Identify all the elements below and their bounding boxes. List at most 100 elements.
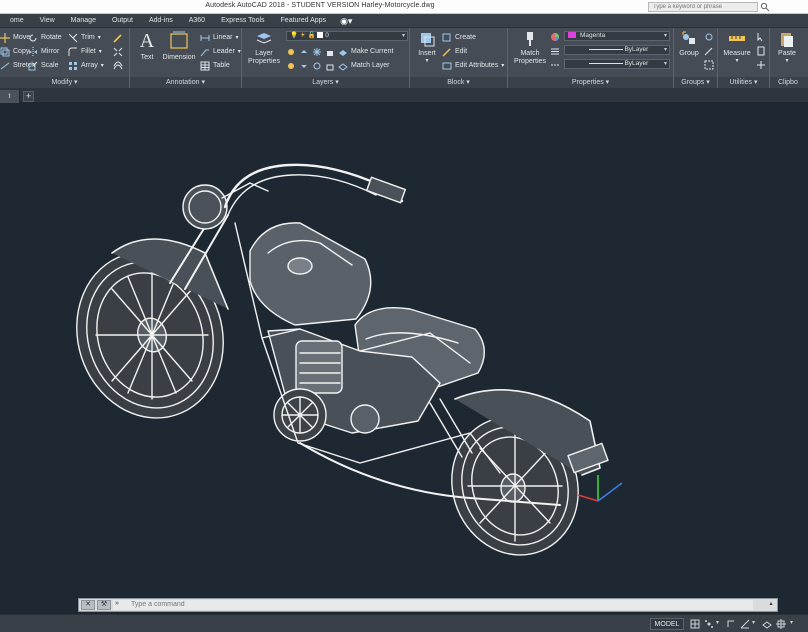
tab-add-ins[interactable]: Add-ins [141,14,181,28]
layer-off-icon[interactable] [286,47,296,57]
match-layer-button[interactable]: Match Layer [351,62,390,69]
ortho-icon[interactable] [726,619,736,629]
tab-a360[interactable]: A360 [181,14,213,28]
file-tab-harley-motorcycle[interactable]: t [0,90,20,103]
chevron-down-icon: ▾ [663,61,667,67]
ungroup-icon[interactable] [704,32,714,42]
properties-panel-label[interactable]: Properties ▾ [508,77,673,88]
copy-button[interactable]: Copy [0,45,29,58]
create-block-button[interactable]: Create [442,31,476,44]
trim-icon [68,33,78,42]
new-tab-button[interactable]: + [23,91,34,102]
tab-featured-apps[interactable]: Featured Apps [273,14,335,28]
dimension-button[interactable]: Dimension [160,30,198,61]
offset-button[interactable] [113,59,126,72]
tab-view[interactable]: View [32,14,63,28]
layer-isolate-icon[interactable] [299,47,309,57]
linetype-dropdown[interactable]: ByLayer ▾ [564,59,670,69]
group-button[interactable]: Group [676,30,702,57]
trim-button[interactable]: Trim ▾ [68,31,101,44]
utilities-panel-label[interactable]: Utilities ▾ [718,77,769,88]
create-label: Create [455,34,477,41]
measure-icon [729,36,745,41]
scale-button[interactable]: Scale [28,59,59,72]
rotate-button[interactable]: Rotate [28,31,62,44]
block-panel-label[interactable]: Block ▾ [410,77,507,88]
tab-home[interactable]: ome [2,14,32,28]
polar-tracking-icon[interactable] [740,619,750,629]
fillet-button[interactable]: Fillet ▾ [68,45,102,58]
dimension-icon [170,31,188,49]
lineweight-dropdown[interactable]: ByLayer ▾ [564,45,670,55]
explode-button[interactable] [113,45,126,58]
match-properties-button[interactable]: Match Properties [512,30,548,66]
linear-dimension-button[interactable]: Linear ▾ [200,31,238,44]
group-select-icon[interactable] [704,60,714,70]
layer-lock-icon[interactable] [325,47,335,57]
isodraft-icon[interactable] [762,619,772,629]
layer-dropdown[interactable]: 💡 ☀ 🔓 0 ▾ [286,31,408,41]
layer-properties-button[interactable]: Layer Properties [248,30,280,66]
leader-button[interactable]: Leader ▾ [200,45,241,58]
edit-block-button[interactable]: Edit [442,45,467,58]
snap-icon[interactable] [704,619,714,629]
snap-dropdown-icon[interactable]: ▾ [716,619,726,629]
layer-properties-label: Layer Properties [248,50,280,65]
measure-button[interactable]: Measure ▾ [720,30,754,64]
tab-manage[interactable]: Manage [63,14,104,28]
make-current-button[interactable]: Make Current [351,48,393,55]
table-button[interactable]: Table [200,59,230,72]
edit-attributes-icon [442,62,452,69]
layer-thaw-icon[interactable] [312,61,322,71]
id-point-icon[interactable] [756,60,766,70]
chevron-up-icon[interactable]: ▴ [767,600,775,610]
color-dropdown[interactable]: Magenta ▾ [564,31,670,41]
edit-attributes-button[interactable]: Edit Attributes ▾ [442,59,504,72]
text-label: Text [140,54,154,61]
annotation-panel-label[interactable]: Annotation ▾ [130,77,241,88]
linetype-value: ByLayer [624,60,649,67]
layers-panel-label[interactable]: Layers ▾ [242,77,409,88]
drawing-canvas[interactable] [0,103,808,595]
object-snap-icon[interactable] [776,619,786,629]
move-button[interactable]: Move [0,31,30,44]
group-edit-icon[interactable] [704,46,714,56]
tab-express-tools[interactable]: Express Tools [213,14,272,28]
search-icon[interactable] [760,2,770,12]
linear-label: Linear [213,34,233,41]
quick-select-icon[interactable] [756,32,766,42]
ribbon-tab-bar: ome View Manage Output Add-ins A360 Expr… [0,14,808,28]
text-button[interactable]: A Text [134,30,160,61]
ribbon-toggle-icon[interactable]: ◉▾ [334,14,358,28]
mirror-icon [29,46,37,57]
layer-unlock-icon[interactable] [325,61,335,71]
chevron-down-icon: ▾ [663,33,667,39]
tab-output[interactable]: Output [104,14,141,28]
clipboard-panel-label[interactable]: Clipbo [770,77,808,88]
array-button[interactable]: Array ▾ [68,59,104,72]
mirror-button[interactable]: Mirror [28,45,59,58]
calculator-icon[interactable] [756,46,766,56]
model-space-button[interactable]: MODEL [650,618,684,630]
groups-panel: Group Groups ▾ [674,28,718,88]
erase-button[interactable] [113,31,126,44]
measure-label: Measure [723,50,751,57]
groups-panel-label[interactable]: Groups ▾ [674,77,717,88]
motorcycle-drawing [76,163,623,556]
layer-on-icon[interactable] [286,61,296,71]
lineweight-value: ByLayer [624,46,649,53]
close-icon[interactable]: ✕ [81,600,95,610]
wrench-icon[interactable]: ⚒ [97,600,111,610]
polar-dropdown-icon[interactable]: ▾ [752,619,762,629]
layer-freeze-icon[interactable] [312,47,322,57]
command-input[interactable] [113,600,753,610]
paste-button[interactable]: Paste ▾ [774,30,800,64]
insert-button[interactable]: Insert ▾ [414,30,440,64]
search-input[interactable] [648,2,758,12]
layer-unisolate-icon[interactable] [299,61,309,71]
paste-label: Paste [778,50,796,57]
osnap-dropdown-icon[interactable]: ▾ [790,619,800,629]
modify-panel-label[interactable]: Modify ▾ [0,77,129,88]
grid-icon[interactable] [690,619,700,629]
array-icon [69,61,77,70]
